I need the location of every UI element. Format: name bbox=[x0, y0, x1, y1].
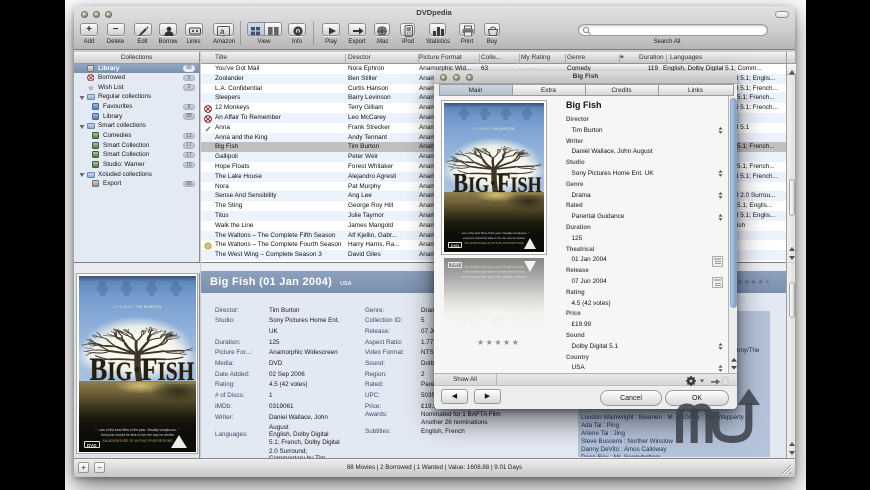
svg-text:a: a bbox=[220, 27, 225, 36]
